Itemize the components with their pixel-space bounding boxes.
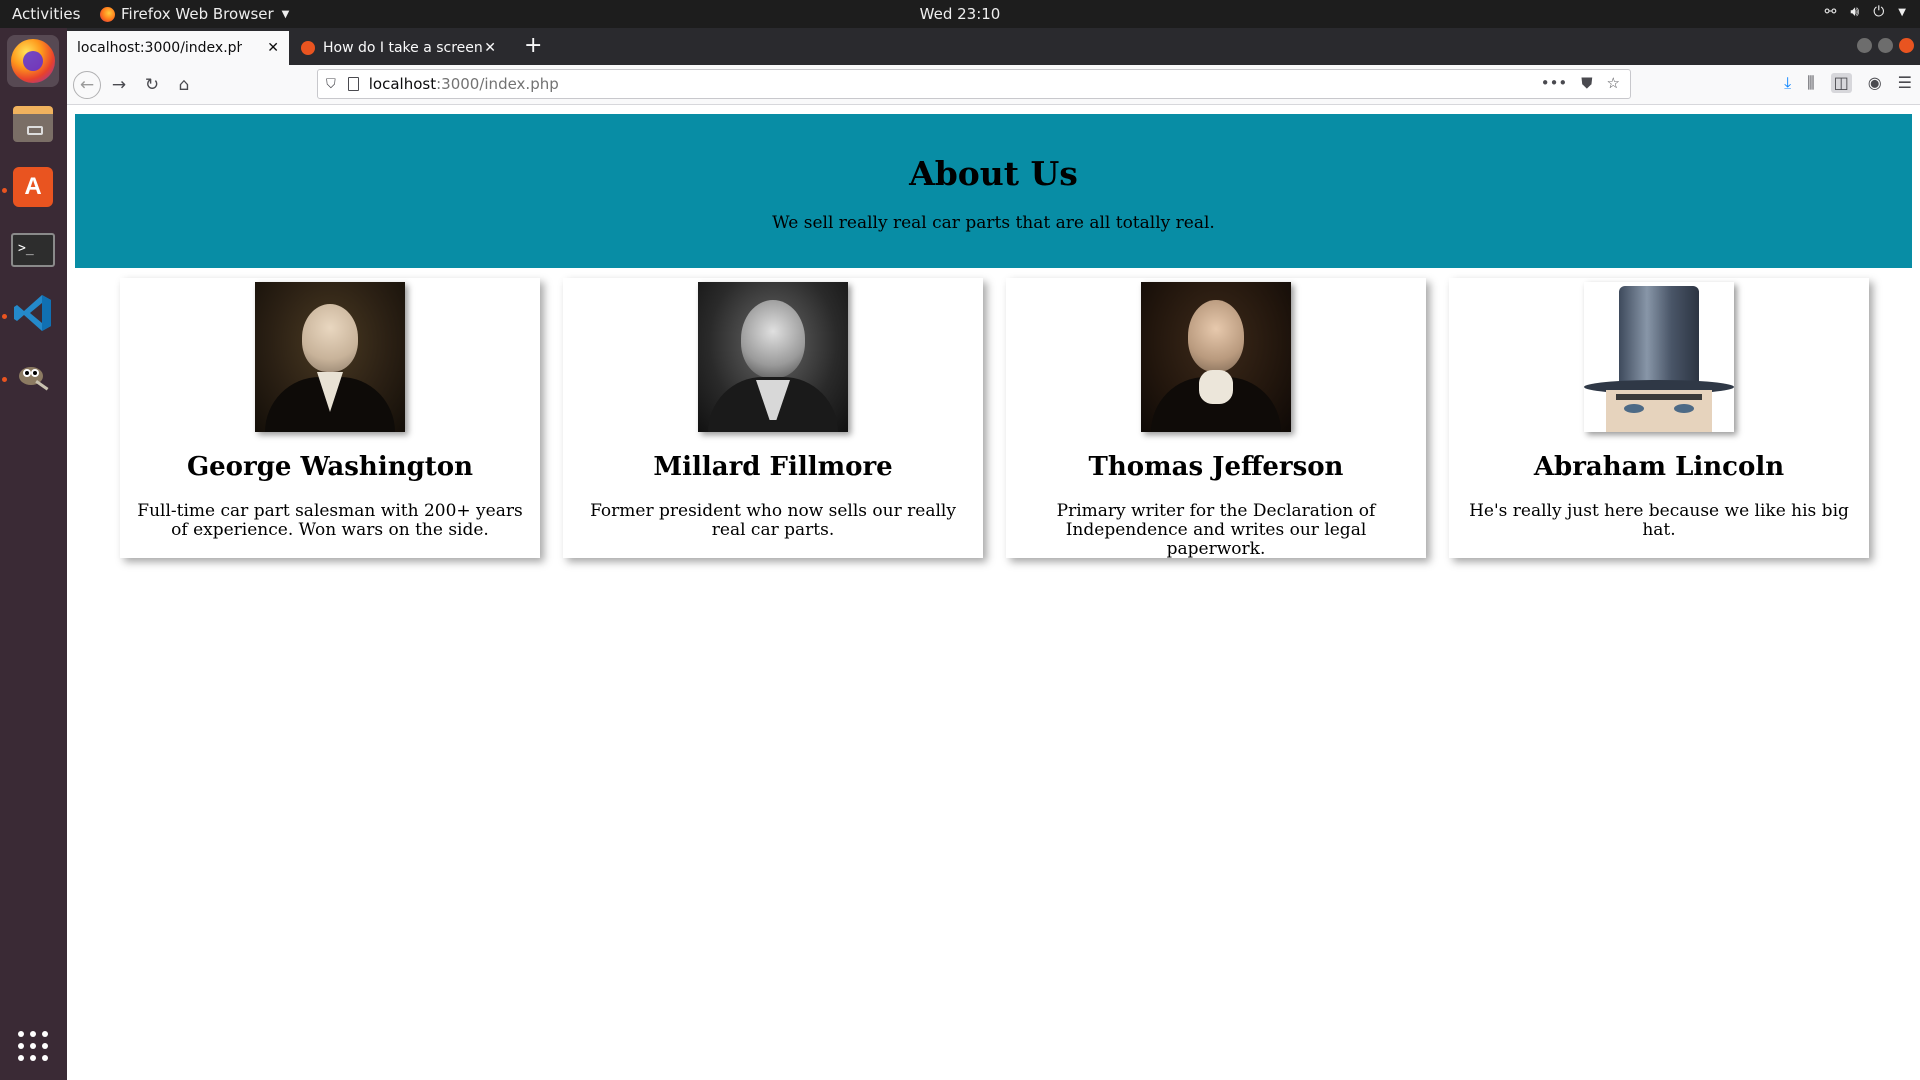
url-path: :3000/index.php <box>436 75 559 93</box>
app-menu-label: Firefox Web Browser <box>121 5 274 23</box>
tab-title: localhost:3000/index.php <box>77 40 242 56</box>
firefox-window: localhost:3000/index.php ✕ How do I take… <box>67 28 1920 1080</box>
downloads-icon[interactable]: ⤓ <box>1784 73 1791 93</box>
card-name: Abraham Lincoln <box>1533 452 1785 482</box>
url-actions: ••• ⛊ ☆ <box>1541 74 1620 92</box>
portrait-image <box>1584 282 1734 432</box>
close-window-button[interactable] <box>1899 38 1914 53</box>
tab-title: How do I take a screensh <box>323 40 483 56</box>
more-actions-icon[interactable]: ••• <box>1541 74 1568 92</box>
team-card: Abraham Lincoln He's really just here be… <box>1449 278 1869 558</box>
team-card: George Washington Full-time car part sal… <box>120 278 540 558</box>
tracking-shield-icon[interactable]: ⛉ <box>326 77 336 92</box>
forward-arrow-icon[interactable]: → <box>107 73 131 97</box>
home-icon[interactable]: ⌂ <box>172 73 196 97</box>
power-icon[interactable]: ⏻ <box>1873 4 1884 20</box>
library-icon[interactable]: ⫼ <box>1807 73 1814 93</box>
about-hero-banner: About Us We sell really real car parts t… <box>75 114 1912 268</box>
chevron-down-icon[interactable]: ▼ <box>1898 7 1906 20</box>
askubuntu-favicon-icon <box>301 41 315 55</box>
network-icon[interactable]: ⚯ <box>1825 4 1837 20</box>
card-name: George Washington <box>186 452 474 482</box>
dock-files[interactable] <box>7 98 59 150</box>
page-content: About Us We sell really real car parts t… <box>67 106 1920 1080</box>
firefox-small-icon <box>100 6 115 22</box>
pocket-icon[interactable]: ⛊ <box>1581 74 1592 92</box>
ubuntu-dock: A >_ <box>0 28 67 1080</box>
activities-button[interactable]: Activities <box>12 5 80 23</box>
window-controls <box>1857 38 1914 53</box>
dock-terminal[interactable]: >_ <box>7 224 59 276</box>
sidebar-icon[interactable]: ◫ <box>1830 73 1852 93</box>
portrait-image <box>1141 282 1291 432</box>
dock-software[interactable]: A <box>7 161 59 213</box>
team-card: Millard Fillmore Former president who no… <box>563 278 983 558</box>
portrait-image <box>255 282 405 432</box>
card-name: Millard Fillmore <box>653 452 893 482</box>
hamburger-menu-icon[interactable]: ☰ <box>1898 73 1912 93</box>
navigation-toolbar: ← → ↻ ⌂ ⛉ localhost :3000/index.php ••• … <box>67 65 1920 105</box>
card-description: Full-time car part salesman with 200+ ye… <box>137 501 523 540</box>
url-host: localhost <box>368 75 437 93</box>
page-title: About Us <box>909 154 1078 193</box>
minimize-button[interactable] <box>1857 38 1872 53</box>
toolbar-right: ⤓ ⫼ ◫ ◉ ☰ <box>1784 73 1912 93</box>
vscode-icon <box>12 292 54 334</box>
new-tab-button[interactable]: + <box>524 35 542 57</box>
card-description: He's really just here because we like hi… <box>1469 501 1849 540</box>
gnome-top-bar: Activities Firefox Web Browser ▼ Wed 23:… <box>0 0 1920 28</box>
tab-askubuntu[interactable]: How do I take a screensh ✕ <box>291 31 506 65</box>
portrait-image <box>698 282 848 432</box>
team-cards: George Washington Full-time car part sal… <box>120 278 1880 559</box>
close-icon[interactable]: ✕ <box>267 40 279 56</box>
software-store-icon: A <box>13 167 53 207</box>
app-menu[interactable]: Firefox Web Browser ▼ <box>100 5 289 23</box>
dock-firefox[interactable] <box>7 35 59 87</box>
card-description: Former president who now sells our reall… <box>590 501 956 540</box>
chevron-down-icon: ▼ <box>281 8 290 20</box>
volume-icon[interactable]: 🔊︎ <box>1850 4 1859 20</box>
tab-localhost[interactable]: localhost:3000/index.php ✕ <box>67 31 289 65</box>
dock-vscode[interactable] <box>7 287 59 339</box>
back-arrow-icon[interactable]: ← <box>73 71 101 99</box>
files-icon <box>13 106 53 142</box>
system-tray[interactable]: ⚯ 🔊︎ ⏻ ▼ <box>1825 4 1906 20</box>
card-name: Thomas Jefferson <box>1088 452 1344 482</box>
bookmark-star-icon[interactable]: ☆ <box>1607 74 1620 92</box>
card-description: Primary writer for the Declaration of In… <box>1056 501 1376 559</box>
maximize-button[interactable] <box>1878 38 1893 53</box>
account-icon[interactable]: ◉ <box>1868 73 1882 93</box>
dock-gimp[interactable] <box>7 350 59 402</box>
gimp-icon <box>13 356 53 396</box>
close-icon[interactable]: ✕ <box>484 40 496 56</box>
firefox-icon <box>11 39 55 83</box>
terminal-icon: >_ <box>11 233 55 267</box>
url-bar[interactable]: ⛉ localhost :3000/index.php ••• ⛊ ☆ <box>317 69 1631 99</box>
page-subtitle: We sell really real car parts that are a… <box>772 213 1215 233</box>
clock[interactable]: Wed 23:10 <box>920 5 1001 23</box>
reload-icon[interactable]: ↻ <box>140 73 164 97</box>
page-info-icon[interactable] <box>347 77 359 91</box>
show-applications-icon[interactable] <box>18 1031 48 1061</box>
tab-bar: localhost:3000/index.php ✕ How do I take… <box>67 28 1920 65</box>
team-card: Thomas Jefferson Primary writer for the … <box>1006 278 1426 559</box>
